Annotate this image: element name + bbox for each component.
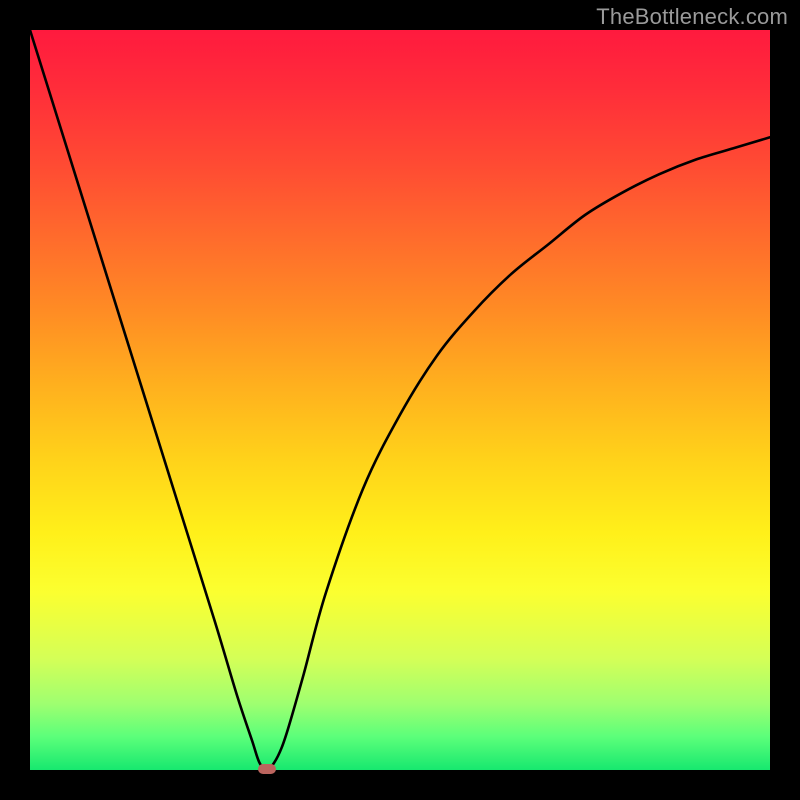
bottleneck-curve (30, 30, 770, 770)
chart-frame: TheBottleneck.com (0, 0, 800, 800)
plot-area (30, 30, 770, 770)
curve-svg (30, 30, 770, 770)
watermark-text: TheBottleneck.com (596, 4, 788, 30)
min-point-marker (258, 764, 276, 774)
